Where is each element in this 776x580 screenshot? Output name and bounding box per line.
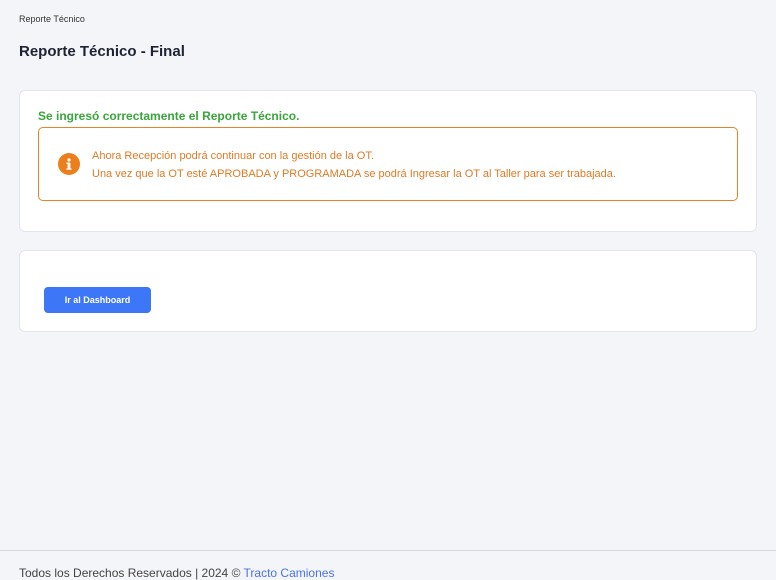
actions-card: Ir al Dashboard: [19, 250, 757, 332]
footer: Todos los Derechos Reservados | 2024 © T…: [0, 550, 776, 580]
breadcrumb: Reporte Técnico: [19, 14, 85, 24]
result-card: Se ingresó correctamente el Reporte Técn…: [19, 90, 757, 232]
success-message: Se ingresó correctamente el Reporte Técn…: [38, 109, 300, 123]
alert-text: Ahora Recepción podrá continuar con la g…: [92, 147, 616, 183]
info-icon: [58, 153, 80, 175]
alert-line-2: Una vez que la OT esté APROBADA y PROGRA…: [92, 168, 616, 180]
company-link[interactable]: Tracto Camiones: [244, 566, 335, 580]
footer-text: Todos los Derechos Reservados | 2024 © T…: [19, 566, 334, 580]
go-to-dashboard-button[interactable]: Ir al Dashboard: [44, 287, 151, 313]
page-title: Reporte Técnico - Final: [19, 43, 185, 60]
alert-line-1: Ahora Recepción podrá continuar con la g…: [92, 150, 374, 162]
copyright-text: Todos los Derechos Reservados | 2024 ©: [19, 566, 244, 580]
page: Reporte Técnico Reporte Técnico - Final …: [0, 0, 776, 580]
warning-alert: Ahora Recepción podrá continuar con la g…: [38, 127, 738, 201]
